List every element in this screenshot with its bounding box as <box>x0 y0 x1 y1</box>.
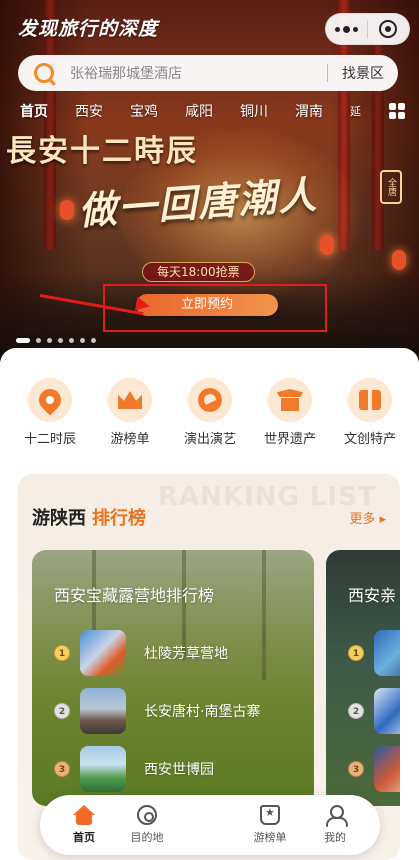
destination-icon <box>137 805 157 825</box>
category-ranking[interactable]: 游榜单 <box>88 378 172 447</box>
lantern-decoration <box>320 235 334 255</box>
item-thumbnail <box>374 688 400 734</box>
category-label: 演出演艺 <box>183 432 236 447</box>
city-tab-tongchuan[interactable]: 铜川 <box>240 101 268 121</box>
ranking-icon <box>260 805 280 825</box>
item-thumbnail <box>374 746 400 792</box>
item-name: 杜陵芳草营地 <box>144 646 228 662</box>
ranking-watermark: RANKING LIST <box>158 482 377 512</box>
category-performance[interactable]: 演出演艺 <box>168 378 252 447</box>
item-thumbnail <box>80 630 126 676</box>
ranking-list-title: 西安亲 <box>348 586 397 605</box>
category-icon-wrap <box>268 378 312 422</box>
ranking-list-title: 西安宝藏露营地排行榜 <box>54 586 215 605</box>
crown-icon <box>118 391 142 409</box>
app-logo: 发现旅行的深度 <box>18 18 159 40</box>
city-tabs: 首页 西安 宝鸡 咸阳 铜川 渭南 延 <box>0 98 419 124</box>
category-label: 文创特产 <box>343 432 396 447</box>
rank-medal-silver: 2 <box>54 703 70 719</box>
nav-label: 我的 <box>324 831 346 844</box>
city-tab-baoji[interactable]: 宝鸡 <box>130 101 158 121</box>
main-content: 十二时辰 游榜单 演出演艺 世界遗产 文创特产 RANKING LIST 游陕西… <box>0 348 419 860</box>
ranking-title: 游陕西 排行榜 <box>32 504 146 530</box>
carousel-dot <box>47 338 52 343</box>
category-label: 十二时辰 <box>23 432 76 447</box>
list-item[interactable]: 2 长安唐村·南堡古寨 <box>54 688 260 734</box>
list-item[interactable]: 2 <box>348 688 400 734</box>
annotation-arrow-head <box>134 296 152 314</box>
banner-title: 長安十二時辰 <box>6 134 198 169</box>
list-item[interactable]: 3 西安世博园 <box>54 746 214 792</box>
ranking-more-link[interactable]: 更多 ▸ <box>349 508 386 527</box>
category-creative-products[interactable]: 文创特产 <box>328 378 412 447</box>
category-icon-wrap <box>188 378 232 422</box>
carousel-dot <box>69 338 74 343</box>
banner-seal: 全唐 <box>380 170 402 204</box>
card-tree <box>262 550 266 680</box>
search-icon <box>34 63 54 83</box>
category-icon-wrap <box>108 378 152 422</box>
find-scenic-button[interactable]: 找景区 <box>328 63 398 83</box>
temple-icon <box>277 389 303 411</box>
nav-profile[interactable]: 我的 <box>305 795 365 855</box>
category-icon-wrap <box>348 378 392 422</box>
ranking-list-card-next[interactable]: 西安亲 1 2 3 <box>326 550 400 806</box>
lantern-decoration <box>60 200 74 220</box>
city-tab-yan[interactable]: 延 <box>350 103 361 119</box>
list-item[interactable]: 1 <box>348 630 400 676</box>
search-input[interactable]: 张裕瑞那城堡酒店 <box>70 63 327 83</box>
rank-medal-gold: 1 <box>54 645 70 661</box>
carousel-dot <box>58 338 63 343</box>
city-tab-home[interactable]: 首页 <box>20 101 48 121</box>
nav-home[interactable]: 首页 <box>54 795 114 855</box>
profile-icon <box>325 805 348 827</box>
carousel-dot <box>80 338 85 343</box>
rank-medal-silver: 2 <box>348 703 364 719</box>
home-icon <box>73 805 95 825</box>
category-label: 世界遗产 <box>263 432 316 447</box>
ranking-title-highlight: 排行榜 <box>92 508 146 529</box>
all-cities-grid-icon[interactable] <box>389 103 405 119</box>
category-label: 游榜单 <box>110 432 150 447</box>
category-icon-wrap <box>28 378 72 422</box>
ranking-list-card[interactable]: 西安宝藏露营地排行榜 1 杜陵芳草营地 2 长安唐村·南堡古寨 3 西安世博园 <box>32 550 314 806</box>
nav-destination[interactable]: 目的地 <box>117 795 177 855</box>
lantern-decoration <box>392 250 406 270</box>
list-item[interactable]: 1 杜陵芳草营地 <box>54 630 228 676</box>
city-tab-xianyang[interactable]: 咸阳 <box>185 101 213 121</box>
location-pin-icon <box>34 384 66 416</box>
rank-medal-bronze: 3 <box>348 761 364 777</box>
gift-icon <box>359 390 381 410</box>
nav-ranking[interactable]: 游榜单 <box>240 795 300 855</box>
close-mini-program-icon[interactable] <box>368 20 409 38</box>
carousel-dot-active <box>16 338 30 343</box>
hero-banner[interactable]: 发现旅行的深度 张裕瑞那城堡酒店 找景区 首页 西安 宝鸡 咸阳 铜川 渭南 延… <box>0 0 419 362</box>
city-tab-xian[interactable]: 西安 <box>75 101 103 121</box>
search-bar[interactable]: 张裕瑞那城堡酒店 找景区 <box>18 55 398 91</box>
item-name: 西安世博园 <box>144 762 214 778</box>
performance-icon <box>198 388 222 412</box>
item-thumbnail <box>374 630 400 676</box>
category-nav: 十二时辰 游榜单 演出演艺 世界遗产 文创特产 <box>0 378 419 447</box>
bottom-nav: 首页 目的地 游榜单 我的 <box>40 795 380 855</box>
carousel-dot <box>91 338 96 343</box>
category-world-heritage[interactable]: 世界遗产 <box>248 378 332 447</box>
nav-label: 目的地 <box>130 831 164 844</box>
item-thumbnail <box>80 746 126 792</box>
carousel-indicator <box>16 338 96 343</box>
city-tab-weinan[interactable]: 渭南 <box>295 101 323 121</box>
ticket-sale-time: 每天18:00抢票 <box>142 262 255 282</box>
item-thumbnail <box>80 688 126 734</box>
rank-medal-bronze: 3 <box>54 761 70 777</box>
list-item[interactable]: 3 <box>348 746 400 792</box>
more-menu-icon[interactable] <box>326 25 367 33</box>
ranking-title-prefix: 游陕西 <box>32 508 86 529</box>
nav-label: 游榜单 <box>253 831 287 844</box>
item-name: 长安唐村·南堡古寨 <box>144 704 261 720</box>
category-twelve-hours[interactable]: 十二时辰 <box>8 378 92 447</box>
nav-label: 首页 <box>73 831 95 844</box>
mini-program-capsule <box>325 13 410 45</box>
rank-medal-gold: 1 <box>348 645 364 661</box>
carousel-dot <box>36 338 41 343</box>
